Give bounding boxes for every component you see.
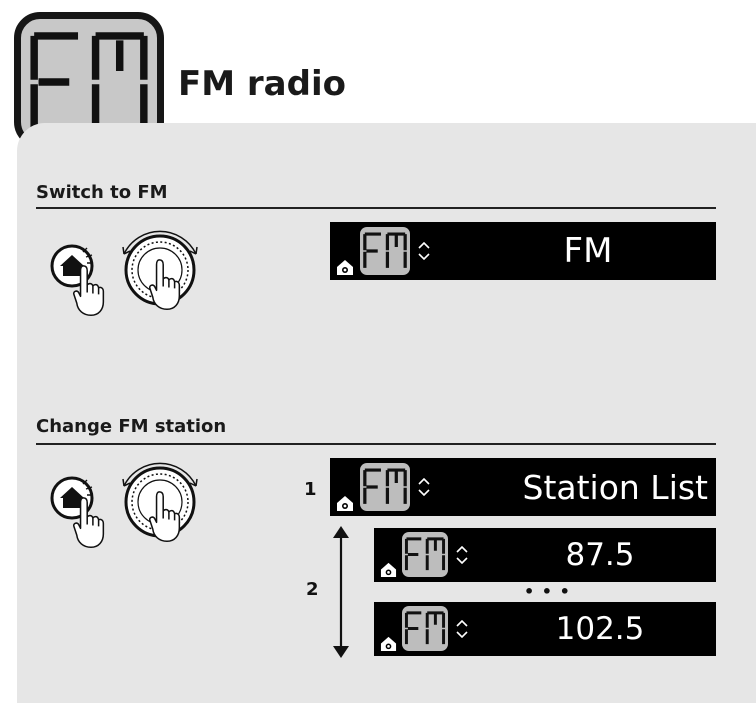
home-badge-icon: [380, 636, 397, 652]
step-number: 2: [306, 579, 319, 600]
home-badge-icon: [337, 260, 353, 275]
lcd-frequency: 102.5: [555, 611, 645, 647]
press-home-turn-dial-illustration: [50, 446, 210, 556]
section-divider: [36, 443, 716, 445]
section-title-change-station: Change FM station: [36, 416, 227, 437]
section-divider: [36, 207, 716, 209]
lcd-display-frequency-last: 102.5: [374, 602, 716, 656]
fm-mode-lcd-icon: [402, 606, 448, 651]
home-badge-icon: [380, 562, 397, 578]
lcd-display-fm: FM: [330, 222, 716, 280]
fm-mode-lcd-icon: [360, 463, 410, 511]
fm-mode-lcd-icon: [360, 227, 410, 275]
ellipsis: • • •: [524, 582, 571, 601]
up-down-chevron-icon: [456, 620, 468, 638]
press-home-turn-dial-illustration: [50, 214, 210, 324]
lcd-frequency: 87.5: [565, 537, 635, 573]
double-headed-arrow-icon: [333, 526, 349, 658]
lcd-text: Station List: [522, 467, 709, 507]
step-number: 1: [304, 479, 317, 500]
up-down-chevron-icon: [418, 478, 430, 496]
section-title-switch-fm: Switch to FM: [36, 182, 168, 203]
page-title: FM radio: [178, 64, 346, 104]
lcd-display-frequency-first: 87.5: [374, 528, 716, 582]
up-down-chevron-icon: [456, 546, 468, 564]
lcd-display-station-list: Station List: [330, 458, 716, 516]
home-badge-icon: [337, 496, 353, 511]
lcd-text: FM: [563, 231, 613, 271]
up-down-chevron-icon: [418, 242, 430, 260]
fm-mode-lcd-icon: [402, 532, 448, 577]
